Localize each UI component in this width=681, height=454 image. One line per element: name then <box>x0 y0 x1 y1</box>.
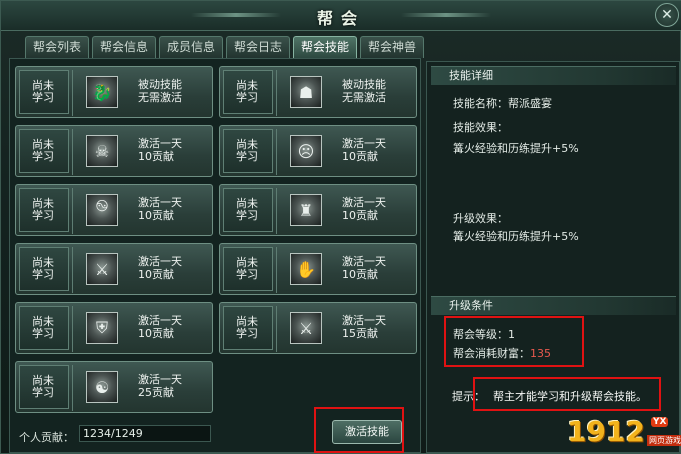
site-watermark-logo: 1912 YX 网页游戏 <box>567 415 681 451</box>
skill-card[interactable]: 尚未学习 ☯ 激活一天 25贡献 <box>15 361 213 413</box>
skill-desc: 激活一天 25贡献 <box>138 373 182 399</box>
skill-desc: 激活一天 15贡献 <box>342 314 386 340</box>
skill-card[interactable]: 尚未学习 ☹ 激活一天 10贡献 <box>219 125 417 177</box>
figure-icon: ♜ <box>290 194 322 226</box>
detail-header: 技能详细 <box>431 66 676 85</box>
skill-status: 尚未学习 <box>223 129 273 173</box>
card-divider <box>276 247 277 293</box>
skill-desc: 激活一天 10贡献 <box>138 137 182 163</box>
skill-desc: 激活一天 10贡献 <box>342 137 386 163</box>
skill-card[interactable]: 尚未学习 ♜ 激活一天 10贡献 <box>219 184 417 236</box>
watermark-number: 1912 <box>567 415 645 448</box>
skill-desc: 激活一天 10贡献 <box>138 314 182 340</box>
card-divider <box>72 365 73 411</box>
upgrade-text: 篝火经验和历练提升+5% <box>453 230 579 243</box>
tab-guild-skills[interactable]: 帮会技能 <box>293 36 357 59</box>
card-divider <box>72 247 73 293</box>
conditions-header: 升级条件 <box>431 296 676 315</box>
contribution-label: 个人贡献： <box>19 431 74 444</box>
skill-desc: 激活一天 10贡献 <box>138 196 182 222</box>
card-divider <box>276 70 277 116</box>
tab-guild-info[interactable]: 帮会信息 <box>92 36 156 58</box>
skill-name: 技能名称：帮派盛宴 <box>453 97 552 110</box>
spirit-icon: ☯ <box>86 371 118 403</box>
skill-card[interactable]: 尚未学习 ࿊ 激活一天 10贡献 <box>15 184 213 236</box>
slash-icon: ⚔ <box>86 253 118 285</box>
skill-status: 尚未学习 <box>19 247 69 291</box>
guild-wealth: 帮会消耗财富：135 <box>453 345 551 361</box>
skill-status: 尚未学习 <box>223 306 273 350</box>
tab-member-info[interactable]: 成员信息 <box>159 36 223 58</box>
upgrade-label: 升级效果： <box>453 212 508 225</box>
skill-card[interactable]: 尚未学习 ✋ 激活一天 10贡献 <box>219 243 417 295</box>
card-divider <box>72 188 73 234</box>
skill-status: 尚未学习 <box>223 188 273 232</box>
warrior-helmet-icon: ☗ <box>290 76 322 108</box>
skill-status: 尚未学习 <box>19 365 69 409</box>
skill-status: 尚未学习 <box>223 70 273 114</box>
watermark-sub: 网页游戏 <box>647 435 681 446</box>
tab-guild-log[interactable]: 帮会日志 <box>226 36 290 58</box>
skill-status: 尚未学习 <box>19 70 69 114</box>
skill-status: 尚未学习 <box>19 306 69 350</box>
guild-level: 帮会等级：1 <box>453 328 515 341</box>
effect-text: 篝火经验和历练提升+5% <box>453 142 579 155</box>
title-ornament-right <box>401 13 491 17</box>
card-divider <box>276 306 277 352</box>
contribution-value: 1234/1249 <box>79 425 211 442</box>
wealth-label: 帮会消耗财富： <box>453 347 530 360</box>
demon-mask-icon: ☹ <box>290 135 322 167</box>
activate-skill-button[interactable]: 激活技能 <box>332 420 402 444</box>
guild-window: 帮会 ✕ 帮会列表 帮会信息 成员信息 帮会日志 帮会技能 帮会神兽 尚未学习 … <box>0 0 681 454</box>
skill-card[interactable]: 尚未学习 ☠ 激活一天 10贡献 <box>15 125 213 177</box>
skill-desc: 激活一天 10贡献 <box>342 255 386 281</box>
skill-card[interactable]: 尚未学习 🐉 被动技能 无需激活 <box>15 66 213 118</box>
skill-status: 尚未学习 <box>19 129 69 173</box>
wealth-value: 135 <box>530 347 551 360</box>
skill-card[interactable]: 尚未学习 ☗ 被动技能 无需激活 <box>219 66 417 118</box>
card-divider <box>72 70 73 116</box>
effect-label: 技能效果： <box>453 121 508 134</box>
card-divider <box>276 129 277 175</box>
skill-desc: 激活一天 10贡献 <box>342 196 386 222</box>
close-icon: ✕ <box>661 7 673 23</box>
skill-card[interactable]: 尚未学习 ⛨ 激活一天 10贡献 <box>15 302 213 354</box>
watermark-badge: YX <box>651 417 669 427</box>
tab-guild-beast[interactable]: 帮会神兽 <box>360 36 424 58</box>
skill-status: 尚未学习 <box>19 188 69 232</box>
window-title: 帮会 <box>316 9 365 28</box>
tab-guild-list[interactable]: 帮会列表 <box>25 36 89 58</box>
skill-desc: 被动技能 无需激活 <box>342 78 386 104</box>
title-bar[interactable]: 帮会 ✕ <box>1 1 681 31</box>
card-divider <box>72 129 73 175</box>
skill-status: 尚未学习 <box>223 247 273 291</box>
claw-icon: ✋ <box>290 253 322 285</box>
shield-emblem-icon: ⛨ <box>86 312 118 344</box>
whirlwind-icon: ࿊ <box>86 194 118 226</box>
tip-text: 帮主才能学习和升级帮会技能。 <box>493 390 647 403</box>
skill-desc: 被动技能 无需激活 <box>138 78 182 104</box>
skill-card[interactable]: 尚未学习 ⚔ 激活一天 15贡献 <box>219 302 417 354</box>
close-button[interactable]: ✕ <box>655 3 679 27</box>
card-divider <box>276 188 277 234</box>
title-ornament-left <box>191 13 281 17</box>
dragon-icon: 🐉 <box>86 76 118 108</box>
beast-face-icon: ☠ <box>86 135 118 167</box>
card-divider <box>72 306 73 352</box>
skill-desc: 激活一天 10贡献 <box>138 255 182 281</box>
skill-card[interactable]: 尚未学习 ⚔ 激活一天 10贡献 <box>15 243 213 295</box>
sword-icon: ⚔ <box>290 312 322 344</box>
